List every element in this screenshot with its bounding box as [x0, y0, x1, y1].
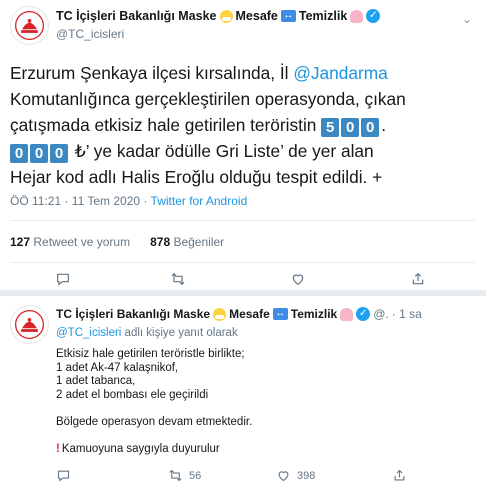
tweet-text: Erzurum Şenkaya ilçesi kırsalında, İl @J… — [10, 63, 406, 187]
like-count: 398 — [297, 469, 316, 482]
timestamp[interactable]: · 1 sa — [392, 307, 422, 321]
display-name-mid: Mesafe — [229, 307, 270, 321]
exclamation-icon: ! — [56, 442, 60, 455]
mention-link[interactable]: @TC_icisleri — [56, 327, 121, 339]
arrows-emoji-icon: ↔ — [280, 10, 296, 22]
display-name-end: Temizlik — [298, 9, 348, 23]
mask-emoji-icon — [219, 9, 233, 23]
source-link[interactable]: Twitter for Android — [151, 194, 248, 208]
retweet-count: 56 — [189, 469, 202, 482]
retweet-icon — [168, 468, 183, 483]
reply-context: @TC_icisleri adlı kişiye yanıt olarak — [56, 327, 238, 339]
chevron-down-icon[interactable]: ⌄ — [462, 12, 472, 26]
keycap-digit: 5 — [321, 118, 340, 137]
verified-badge-icon: ✓ — [356, 307, 371, 321]
tweet-stats: 127 Retweet ve yorum 878 Beğeniler — [10, 235, 224, 249]
share-icon[interactable] — [410, 271, 426, 287]
timestamp[interactable]: ÖÖ 11:21 · 11 Tem 2020 · — [10, 194, 151, 208]
tweet-meta: ÖÖ 11:21 · 11 Tem 2020 · Twitter for And… — [10, 194, 247, 208]
reply-icon — [56, 468, 71, 483]
display-name-end: Temizlik — [290, 307, 338, 321]
reply-tweet[interactable]: TC İçişleri Bakanlığı Maske Mesafe ↔ Tem… — [0, 296, 486, 496]
likes-stat[interactable]: 878 Beğeniler — [150, 235, 224, 249]
nail-polish-emoji-icon — [350, 9, 364, 23]
like-icon — [276, 468, 291, 483]
mask-emoji-icon — [213, 307, 227, 321]
verified-badge-icon: ✓ — [366, 9, 381, 23]
like-action[interactable]: 398 — [276, 468, 315, 483]
main-tweet: TC İçişleri Bakanlığı Maske Mesafe ↔ Tem… — [0, 0, 486, 286]
share-icon — [392, 468, 407, 483]
account-name[interactable]: TC İçişleri Bakanlığı Maske Mesafe ↔ Tem… — [56, 307, 422, 321]
account-name[interactable]: TC İçişleri Bakanlığı Maske Mesafe ↔ Tem… — [56, 9, 381, 23]
keycap-digit: 0 — [30, 144, 48, 163]
reply-action[interactable] — [56, 468, 71, 483]
keycap-digit: 0 — [341, 118, 360, 137]
handle[interactable]: @. — [373, 307, 389, 321]
arrows-emoji-icon: ↔ — [272, 308, 288, 320]
reply-icon[interactable] — [55, 271, 71, 287]
keycap-digit: 0 — [10, 144, 28, 163]
mention-link[interactable]: @Jandarma — [293, 63, 387, 83]
ministry-logo-icon — [11, 7, 48, 44]
nail-polish-emoji-icon — [340, 307, 354, 321]
display-name-mid: Mesafe — [235, 9, 278, 23]
keycap-digit: 0 — [361, 118, 380, 137]
tweet-actions — [0, 268, 486, 290]
divider — [10, 262, 476, 263]
avatar[interactable] — [10, 6, 49, 45]
avatar[interactable] — [10, 305, 49, 344]
handle[interactable]: @TC_icisleri — [56, 27, 124, 41]
retweet-stat[interactable]: 127 Retweet ve yorum — [10, 235, 130, 249]
share-action[interactable] — [392, 468, 407, 483]
display-name: TC İçişleri Bakanlığı Maske — [56, 9, 217, 23]
retweet-action[interactable]: 56 — [168, 468, 201, 483]
ministry-logo-icon — [11, 306, 48, 343]
tweet-text: Etkisiz hale getirilen teröristle birlik… — [56, 348, 253, 455]
divider — [10, 220, 476, 221]
retweet-icon[interactable] — [170, 271, 186, 287]
like-icon[interactable] — [290, 271, 306, 287]
display-name: TC İçişleri Bakanlığı Maske — [56, 307, 211, 321]
keycap-digit: 0 — [50, 144, 68, 163]
